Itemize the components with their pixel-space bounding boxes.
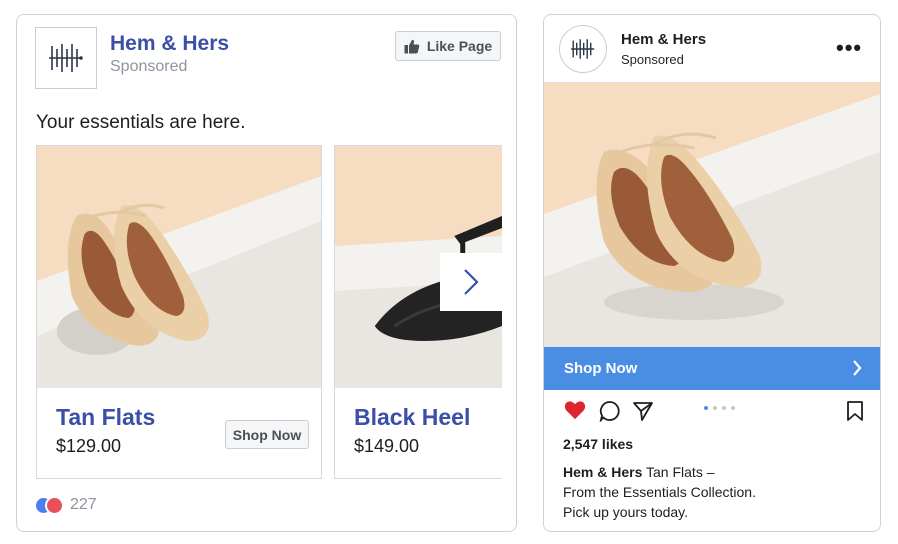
tan-flats-image bbox=[37, 146, 321, 388]
like-page-button[interactable]: Like Page bbox=[395, 31, 501, 61]
reaction-count: 227 bbox=[70, 496, 97, 513]
caption-username[interactable]: Hem & Hers bbox=[563, 464, 642, 480]
hem-and-hers-logo-icon[interactable] bbox=[35, 27, 97, 89]
ig-tan-flats-image bbox=[544, 82, 880, 347]
ig-shop-now-label: Shop Now bbox=[564, 360, 638, 377]
likes-count[interactable]: 2,547 likes bbox=[563, 436, 633, 452]
ig-shop-now-button[interactable]: Shop Now bbox=[544, 347, 880, 390]
caption-line-2: From the Essentials Collection. bbox=[563, 484, 756, 500]
black-heel-title[interactable]: Black Heel bbox=[354, 404, 470, 431]
chevron-right-icon bbox=[853, 360, 862, 376]
like-page-label: Like Page bbox=[426, 38, 493, 54]
more-dots-icon[interactable]: ••• bbox=[836, 37, 862, 59]
carousel-card-tan-flats[interactable]: Tan Flats $129.00 Shop Now bbox=[36, 145, 322, 479]
product-carousel: Tan Flats $129.00 Shop Now Black Heel $1… bbox=[36, 145, 502, 481]
facebook-ad-card: Hem & Hers Sponsored Like Page Your esse… bbox=[16, 14, 517, 532]
reactions-summary[interactable]: 227 bbox=[34, 495, 97, 515]
fb-brand-name[interactable]: Hem & Hers bbox=[110, 32, 229, 56]
fb-sponsored-label: Sponsored bbox=[110, 58, 188, 75]
fb-post-text: Your essentials are here. bbox=[36, 112, 246, 133]
love-reaction-icon bbox=[45, 495, 64, 515]
tan-flats-price: $129.00 bbox=[56, 436, 122, 456]
carousel-card-black-heel[interactable]: Black Heel $149.00 bbox=[334, 145, 502, 479]
caption-line-3: Pick up yours today. bbox=[563, 504, 689, 520]
black-heel-price: $149.00 bbox=[354, 436, 420, 456]
carousel-next-button[interactable] bbox=[440, 253, 502, 311]
instagram-ad-card: Hem & Hers Sponsored ••• Shop Now 2,547 … bbox=[543, 14, 881, 532]
thumbs-up-icon bbox=[404, 39, 420, 53]
comment-icon[interactable] bbox=[599, 400, 621, 422]
ig-brand-name[interactable]: Hem & Hers bbox=[621, 31, 706, 48]
post-caption: Hem & Hers Tan Flats – From the Essentia… bbox=[563, 462, 863, 522]
tan-flats-title[interactable]: Tan Flats bbox=[56, 404, 155, 431]
hem-and-hers-logo-icon[interactable] bbox=[559, 25, 607, 73]
ig-sponsored-label: Sponsored bbox=[621, 52, 684, 67]
send-icon[interactable] bbox=[632, 400, 654, 422]
caption-line-1: Tan Flats – bbox=[646, 464, 715, 480]
chevron-right-icon bbox=[464, 269, 479, 295]
tan-flats-shop-now-button[interactable]: Shop Now bbox=[225, 420, 309, 449]
bookmark-icon[interactable] bbox=[846, 400, 864, 422]
heart-icon[interactable] bbox=[564, 400, 586, 420]
carousel-pagination-dots bbox=[704, 406, 735, 410]
